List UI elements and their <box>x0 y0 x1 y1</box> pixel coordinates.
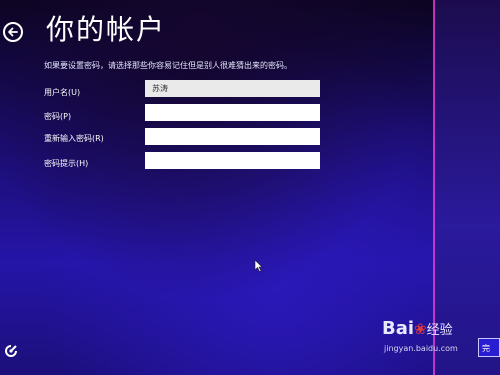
mouse-cursor-icon <box>254 259 263 272</box>
back-arrow-icon <box>8 27 18 37</box>
confirm-password-field[interactable] <box>145 128 320 145</box>
finish-button[interactable]: 完 <box>478 338 500 357</box>
baidu-jingyan-watermark: Bai❀经验 jingyan.baidu.com <box>382 318 477 368</box>
password-label: 密码(P) <box>44 112 72 121</box>
back-button[interactable] <box>3 22 23 42</box>
instruction-text: 如果要设置密码，请选择那些你容易记住但是别人很难猜出来的密码。 <box>44 61 292 70</box>
username-field[interactable] <box>145 80 320 97</box>
username-label: 用户名(U) <box>44 88 81 97</box>
password-hint-field[interactable] <box>145 152 320 169</box>
watermark-url: jingyan.baidu.com <box>384 344 458 353</box>
page-title: 你的帐户 <box>46 13 167 46</box>
paw-logo-icon: ❀ <box>414 320 427 338</box>
watermark-brand: Bai❀经验 <box>382 318 453 339</box>
ease-of-access-icon[interactable] <box>3 343 19 359</box>
watermark-brand-prefix: Bai <box>382 318 415 339</box>
password-hint-label: 密码提示(H) <box>44 159 89 168</box>
password-field[interactable] <box>145 104 320 121</box>
confirm-password-label: 重新输入密码(R) <box>44 134 104 143</box>
watermark-brand-suffix: 经验 <box>426 323 453 338</box>
